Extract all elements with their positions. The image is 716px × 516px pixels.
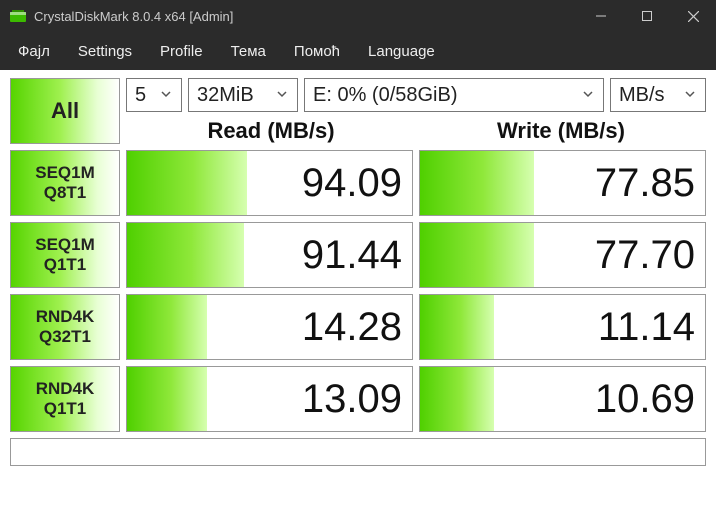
write-value-cell: 10.69 <box>419 366 706 432</box>
chevron-down-icon <box>573 84 595 107</box>
test-button-rnd4k-q32t1[interactable]: RND4KQ32T1 <box>10 294 120 360</box>
window-title: CrystalDiskMark 8.0.4 x64 [Admin] <box>34 9 233 24</box>
bench-row: RND4KQ1T1 13.09 10.69 <box>10 366 706 432</box>
test-label-1: SEQ1M <box>35 235 95 255</box>
drive-value: E: 0% (0/58GiB) <box>313 84 458 107</box>
minimize-button[interactable] <box>578 0 624 32</box>
read-value: 14.28 <box>302 305 402 350</box>
write-bar <box>420 223 534 287</box>
chevron-down-icon <box>267 84 289 107</box>
menu-language[interactable]: Language <box>354 37 449 66</box>
test-label-2: Q32T1 <box>39 327 91 347</box>
close-button[interactable] <box>670 0 716 32</box>
menu-help[interactable]: Помоћ <box>280 37 354 66</box>
test-label-2: Q1T1 <box>44 255 87 275</box>
app-icon <box>8 6 28 26</box>
status-bar <box>10 438 706 466</box>
test-label-1: SEQ1M <box>35 163 95 183</box>
read-bar <box>127 151 247 215</box>
write-value: 10.69 <box>595 377 695 422</box>
chevron-down-icon <box>675 84 697 107</box>
read-value-cell: 94.09 <box>126 150 413 216</box>
write-bar <box>420 295 494 359</box>
test-label-1: RND4K <box>36 379 95 399</box>
unit-select[interactable]: MB/s <box>610 78 706 112</box>
all-button[interactable]: All <box>10 78 120 144</box>
write-value: 77.85 <box>595 161 695 206</box>
bench-row: SEQ1MQ8T1 94.09 77.85 <box>10 150 706 216</box>
menu-settings[interactable]: Settings <box>64 37 146 66</box>
read-bar <box>127 367 207 431</box>
write-value: 11.14 <box>598 305 695 350</box>
test-count-select[interactable]: 5 <box>126 78 182 112</box>
menu-theme[interactable]: Тема <box>217 37 280 66</box>
write-value: 77.70 <box>595 233 695 278</box>
menu-profile[interactable]: Profile <box>146 37 217 66</box>
unit-value: MB/s <box>619 84 665 107</box>
write-value-cell: 11.14 <box>419 294 706 360</box>
header-write: Write (MB/s) <box>416 118 706 144</box>
drive-select[interactable]: E: 0% (0/58GiB) <box>304 78 604 112</box>
test-button-seq1m-q1t1[interactable]: SEQ1MQ1T1 <box>10 222 120 288</box>
titlebar: CrystalDiskMark 8.0.4 x64 [Admin] <box>0 0 716 32</box>
test-size-select[interactable]: 32MiB <box>188 78 298 112</box>
test-label-2: Q8T1 <box>44 183 87 203</box>
menubar: Фајл Settings Profile Тема Помоћ Languag… <box>0 32 716 70</box>
maximize-button[interactable] <box>624 0 670 32</box>
test-label-2: Q1T1 <box>44 399 87 419</box>
bench-row: SEQ1MQ1T1 91.44 77.70 <box>10 222 706 288</box>
read-value: 94.09 <box>302 161 402 206</box>
bench-row: RND4KQ32T1 14.28 11.14 <box>10 294 706 360</box>
test-label-1: RND4K <box>36 307 95 327</box>
read-value-cell: 91.44 <box>126 222 413 288</box>
all-button-label: All <box>51 98 79 124</box>
chevron-down-icon <box>151 84 173 107</box>
read-value-cell: 13.09 <box>126 366 413 432</box>
menu-file[interactable]: Фајл <box>4 37 64 66</box>
content-area: All 5 32MiB E: 0% (0/58GiB) MB/s <box>0 70 716 474</box>
header-read: Read (MB/s) <box>126 118 416 144</box>
read-value: 13.09 <box>302 377 402 422</box>
test-count-value: 5 <box>135 84 146 107</box>
read-value-cell: 14.28 <box>126 294 413 360</box>
read-bar <box>127 223 244 287</box>
write-value-cell: 77.70 <box>419 222 706 288</box>
test-size-value: 32MiB <box>197 84 254 107</box>
write-bar <box>420 367 494 431</box>
test-button-rnd4k-q1t1[interactable]: RND4KQ1T1 <box>10 366 120 432</box>
write-value-cell: 77.85 <box>419 150 706 216</box>
read-bar <box>127 295 207 359</box>
read-value: 91.44 <box>302 233 402 278</box>
test-button-seq1m-q8t1[interactable]: SEQ1MQ8T1 <box>10 150 120 216</box>
write-bar <box>420 151 534 215</box>
